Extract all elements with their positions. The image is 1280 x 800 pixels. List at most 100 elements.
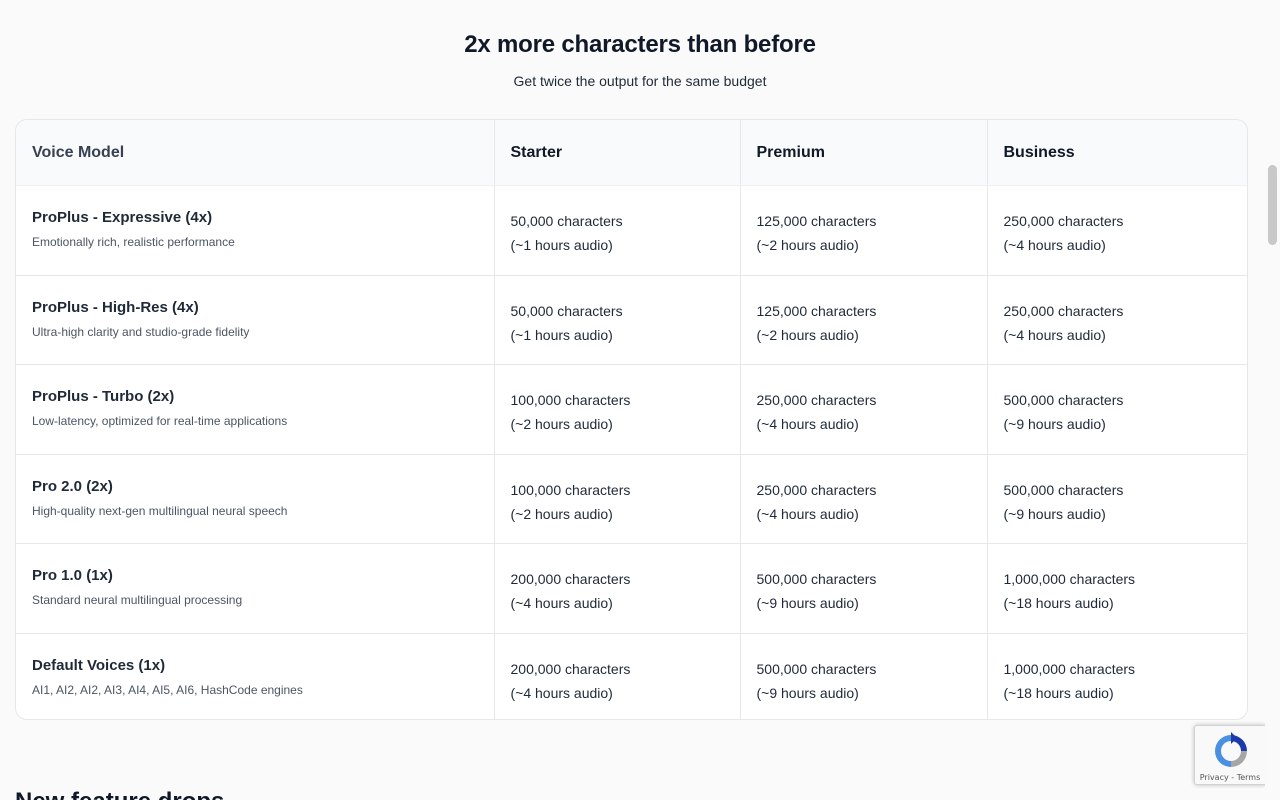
premium-allowance: 125,000 characters (~2 hours audio) [757, 209, 971, 257]
starter-audio-hours: (~4 hours audio) [510, 684, 613, 701]
page-scrollbar[interactable] [1265, 0, 1280, 800]
business-allowance: 250,000 characters (~4 hours audio) [1004, 299, 1234, 347]
recaptcha-link-separator: - [1228, 773, 1237, 782]
premium-allowance: 250,000 characters (~4 hours audio) [757, 478, 971, 526]
starter-allowance: 50,000 characters (~1 hours audio) [511, 209, 724, 257]
premium-characters: 250,000 characters [756, 392, 877, 408]
model-description: AI1, AI2, AI2, AI3, AI4, AI5, AI6, HashC… [32, 682, 303, 697]
starter-characters: 50,000 characters [510, 302, 623, 319]
recaptcha-privacy-link[interactable]: Privacy [1200, 773, 1229, 782]
recaptcha-badge[interactable]: Privacy - Terms [1194, 725, 1266, 785]
model-name: ProPlus - Turbo (2x) [32, 388, 175, 405]
business-characters: 1,000,000 characters [1003, 660, 1136, 677]
starter-allowance: 200,000 characters (~4 hours audio) [511, 657, 724, 705]
business-allowance: 500,000 characters (~9 hours audio) [1004, 388, 1234, 436]
business-audio-hours: (~18 hours audio) [1003, 684, 1114, 701]
model-name: Default Voices (1x) [32, 656, 166, 674]
premium-cell: 500,000 characters (~9 hours audio) [739, 632, 987, 719]
premium-allowance: 500,000 characters (~9 hours audio) [757, 567, 971, 615]
header-premium: Premium [739, 120, 987, 186]
recaptcha-links: Privacy - Terms [1195, 773, 1265, 782]
model-cell: ProPlus - Turbo (2x) Low-latency, optimiz… [16, 364, 494, 454]
starter-audio-hours: (~1 hours audio) [510, 237, 613, 253]
model-cell: Pro 1.0 (1x) Standard neural multilingual… [16, 543, 494, 633]
business-allowance: 1,000,000 characters (~18 hours audio) [1004, 567, 1234, 615]
recaptcha-logo-icon [1215, 732, 1247, 767]
section-title: 2x more characters than before [464, 31, 816, 58]
starter-characters: 200,000 characters [510, 571, 631, 587]
starter-allowance: 100,000 characters (~2 hours audio) [511, 478, 724, 526]
business-cell: 1,000,000 characters (~18 hours audio) [986, 632, 1247, 719]
business-cell: 250,000 characters (~4 hours audio) [986, 185, 1247, 275]
premium-allowance: 125,000 characters (~2 hours audio) [757, 299, 971, 347]
table-row: ProPlus - Turbo (2x) Low-latency, optimiz… [16, 364, 1247, 454]
premium-audio-hours: (~4 hours audio) [756, 505, 859, 522]
starter-cell: 200,000 characters (~4 hours audio) [493, 543, 740, 633]
header-business: Business [986, 120, 1247, 186]
business-allowance: 250,000 characters (~4 hours audio) [1004, 209, 1234, 257]
premium-cell: 125,000 characters (~2 hours audio) [739, 185, 987, 275]
hero-section: 2x more characters than before Get twice… [0, 0, 1280, 89]
premium-allowance: 250,000 characters (~4 hours audio) [757, 388, 971, 436]
business-cell: 250,000 characters (~4 hours audio) [986, 274, 1247, 365]
starter-characters: 200,000 characters [510, 660, 631, 677]
starter-audio-hours: (~1 hours audio) [510, 326, 613, 343]
premium-audio-hours: (~9 hours audio) [756, 595, 859, 611]
business-characters: 250,000 characters [1003, 302, 1124, 319]
business-audio-hours: (~4 hours audio) [1003, 237, 1106, 253]
premium-audio-hours: (~9 hours audio) [756, 684, 859, 701]
model-description: Emotionally rich, realistic performance [32, 235, 235, 249]
starter-cell: 100,000 characters (~2 hours audio) [493, 364, 740, 454]
starter-cell: 200,000 characters (~4 hours audio) [493, 632, 740, 719]
model-name: ProPlus - High-Res (4x) [32, 298, 199, 316]
starter-characters: 100,000 characters [510, 481, 631, 498]
model-cell: ProPlus - Expressive (4x) Emotionally ric… [16, 186, 494, 276]
table-row: Pro 2.0 (2x) High-quality next-gen multil… [16, 453, 1247, 544]
model-name: Pro 1.0 (1x) [32, 567, 113, 584]
model-name: Pro 2.0 (2x) [32, 477, 113, 495]
starter-characters: 100,000 characters [510, 392, 631, 408]
model-description: Low-latency, optimized for real-time app… [32, 414, 288, 428]
next-section-title: New feature drops [15, 788, 224, 800]
model-description: High-quality next-gen multilingual neura… [32, 503, 288, 518]
starter-audio-hours: (~2 hours audio) [510, 416, 613, 432]
model-description: Ultra-high clarity and studio-grade fide… [32, 324, 250, 339]
table-row: Default Voices (1x) AI1, AI2, AI2, AI3, A… [16, 632, 1247, 719]
premium-characters: 250,000 characters [756, 481, 877, 498]
business-allowance: 500,000 characters (~9 hours audio) [1004, 478, 1234, 526]
scrollbar-thumb[interactable] [1268, 165, 1277, 245]
model-description: Standard neural multilingual processing [32, 593, 243, 607]
business-allowance: 1,000,000 characters (~18 hours audio) [1004, 657, 1234, 705]
starter-allowance: 50,000 characters (~1 hours audio) [511, 299, 724, 347]
premium-audio-hours: (~2 hours audio) [756, 326, 859, 343]
business-cell: 1,000,000 characters (~18 hours audio) [986, 543, 1247, 633]
business-cell: 500,000 characters (~9 hours audio) [986, 364, 1247, 454]
premium-audio-hours: (~4 hours audio) [756, 416, 859, 432]
premium-characters: 125,000 characters [756, 213, 877, 229]
premium-characters: 125,000 characters [756, 302, 877, 319]
table-row: ProPlus - High-Res (4x) Ultra-high clarit… [16, 274, 1247, 365]
starter-cell: 100,000 characters (~2 hours audio) [493, 453, 740, 544]
starter-audio-hours: (~2 hours audio) [510, 505, 613, 522]
premium-audio-hours: (~2 hours audio) [756, 237, 859, 253]
premium-cell: 500,000 characters (~9 hours audio) [739, 543, 987, 633]
voice-model-table: Voice Model Starter Premium Business Pro… [15, 119, 1248, 720]
business-audio-hours: (~9 hours audio) [1003, 416, 1106, 432]
model-name: ProPlus - Expressive (4x) [32, 209, 213, 226]
model-cell: Default Voices (1x) AI1, AI2, AI2, AI3, A… [16, 632, 494, 719]
business-characters: 500,000 characters [1003, 481, 1124, 498]
premium-allowance: 500,000 characters (~9 hours audio) [757, 657, 971, 705]
table-row: Pro 1.0 (1x) Standard neural multilingual… [16, 543, 1247, 633]
recaptcha-terms-link[interactable]: Terms [1237, 773, 1261, 782]
business-audio-hours: (~9 hours audio) [1003, 505, 1106, 522]
section-subtitle: Get twice the output for the same budget [513, 73, 767, 89]
starter-characters: 50,000 characters [510, 213, 623, 229]
model-cell: ProPlus - High-Res (4x) Ultra-high clarit… [16, 274, 494, 365]
premium-cell: 250,000 characters (~4 hours audio) [739, 364, 987, 454]
business-audio-hours: (~18 hours audio) [1003, 595, 1114, 611]
header-starter: Starter [493, 120, 740, 186]
table-row: ProPlus - Expressive (4x) Emotionally ric… [16, 185, 1247, 276]
business-characters: 1,000,000 characters [1003, 571, 1136, 587]
model-cell: Pro 2.0 (2x) High-quality next-gen multil… [16, 453, 494, 544]
starter-allowance: 100,000 characters (~2 hours audio) [511, 388, 724, 436]
